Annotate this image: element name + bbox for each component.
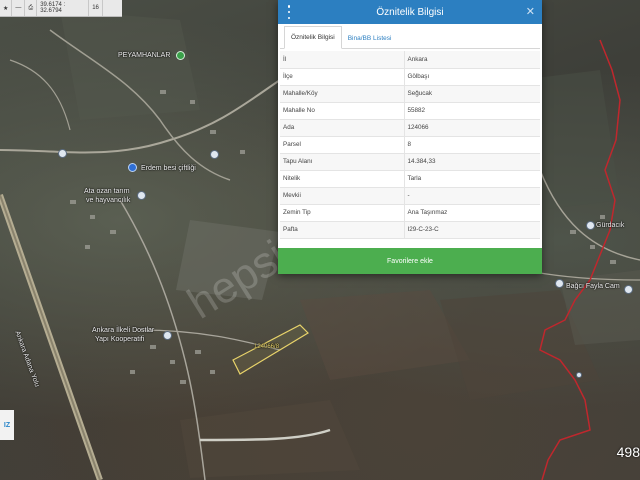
attribute-value: 124066	[404, 119, 540, 137]
attribute-value: I29-C-23-C	[404, 221, 540, 239]
panel-title: Öznitelik Bilgisi	[376, 6, 444, 18]
corner-number: 498	[616, 444, 640, 460]
print-icon[interactable]: ⎙	[25, 0, 38, 16]
attribute-value: Tarla	[404, 170, 540, 188]
location-pin-icon[interactable]	[555, 279, 564, 288]
location-pin-icon[interactable]	[176, 51, 185, 60]
tab-building-list[interactable]: Bina/BB Listesi	[342, 28, 398, 48]
parcel-label: 124066/8	[254, 344, 280, 350]
attribute-value: Ankara	[404, 51, 540, 69]
location-pin-icon[interactable]	[137, 191, 146, 200]
attribute-table: İl Ankara İlçe Gölbaşı Mahalle/Köy Seğucak Mah…	[280, 51, 540, 239]
location-pin-icon[interactable]	[576, 372, 582, 378]
attribute-key: Mevkii	[280, 187, 405, 205]
star-icon[interactable]: ★	[0, 0, 13, 16]
close-icon[interactable]: ✕	[526, 5, 535, 18]
map-label-erdem: Erdem besi çiftliği	[141, 165, 196, 172]
location-pin-icon[interactable]	[586, 221, 595, 230]
brand-logo: IZ	[0, 410, 14, 440]
table-row: Tapu Alanı 14.384,33	[280, 153, 540, 171]
tab-attribute-info[interactable]: Öznitelik Bilgisi	[284, 26, 342, 49]
table-row: Pafta I29-C-23-C	[280, 221, 540, 239]
location-pin-icon[interactable]	[210, 150, 219, 159]
attribute-key: Pafta	[280, 221, 405, 239]
map-label-ata: Ata ozan tarım	[84, 188, 130, 195]
location-pin-icon[interactable]	[58, 149, 67, 158]
location-pin-icon[interactable]	[624, 285, 633, 294]
map-label-ata-2: ve hayvancılık	[86, 197, 131, 204]
zoom-level-readout: 16	[89, 0, 103, 16]
table-row: Nitelik Tarla	[280, 170, 540, 188]
attribute-key: İlçe	[280, 68, 405, 86]
table-row: İl Ankara	[280, 51, 540, 69]
location-pin-icon[interactable]	[128, 163, 137, 172]
attribute-value: -	[404, 187, 540, 205]
table-row: Mahalle No 55882	[280, 102, 540, 120]
map-label-peyamhan: PEYAMHANLAR	[118, 52, 171, 59]
table-row: İlçe Gölbaşı	[280, 68, 540, 86]
kebab-menu-icon[interactable]	[286, 5, 292, 19]
attribute-key: İl	[280, 51, 405, 69]
attribute-key: Mahalle/Köy	[280, 85, 405, 103]
map-label-yapi: Yapı Kooperatifi	[95, 336, 145, 343]
attribute-key: Mahalle No	[280, 102, 405, 120]
table-row: Parsel 8	[280, 136, 540, 154]
attribute-key: Tapu Alanı	[280, 153, 405, 171]
attribute-value: Gölbaşı	[404, 68, 540, 86]
attribute-value: 14.384,33	[404, 153, 540, 171]
map-label-right: Bağcı Fayla Cam	[566, 283, 620, 290]
panel-header: Öznitelik Bilgisi ✕	[278, 0, 542, 24]
table-row: Ada 124066	[280, 119, 540, 137]
panel-tabs: Öznitelik Bilgisi Bina/BB Listesi	[280, 26, 540, 49]
attribute-info-panel: Öznitelik Bilgisi ✕ Öznitelik Bilgisi Bi…	[278, 0, 542, 274]
attribute-key: Nitelik	[280, 170, 405, 188]
attribute-key: Parsel	[280, 136, 405, 154]
map-toolbar: ★ — ⎙ 39.6174 : 32.6794 16	[0, 0, 122, 17]
attribute-key: Ada	[280, 119, 405, 137]
attribute-value: Ana Taşınmaz	[404, 204, 540, 222]
map-label-ankara-ilkeli: Ankara İlkeli Dostlar	[92, 327, 155, 334]
table-row: Mevkii -	[280, 187, 540, 205]
coordinates-readout: 39.6174 : 32.6794	[37, 0, 90, 16]
table-row: Mahalle/Köy Seğucak	[280, 85, 540, 103]
table-row: Zemin Tip Ana Taşınmaz	[280, 204, 540, 222]
attribute-value: Seğucak	[404, 85, 540, 103]
minus-icon[interactable]: —	[12, 0, 26, 16]
map-label-gurdacik: Gürdacık	[596, 222, 625, 229]
attribute-value: 55882	[404, 102, 540, 120]
attribute-key: Zemin Tip	[280, 204, 405, 222]
add-to-favorites-button[interactable]: Favorilere ekle	[278, 248, 542, 274]
location-pin-icon[interactable]	[163, 331, 172, 340]
attribute-value: 8	[404, 136, 540, 154]
